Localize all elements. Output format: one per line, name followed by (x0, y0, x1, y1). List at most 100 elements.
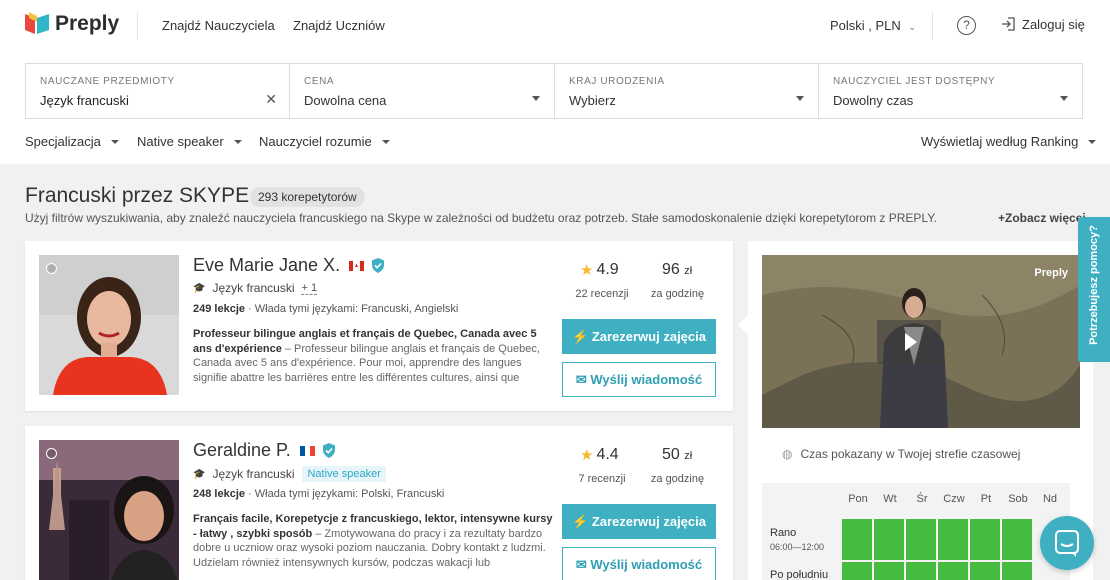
page-description: Użyj filtrów wyszukiwania, aby znaleźć n… (25, 211, 938, 225)
caret-down-icon (1060, 96, 1068, 101)
more-subjects-link[interactable]: + 1 (301, 282, 318, 295)
slot-label-morning: Rano 06:00—12:00 (770, 527, 824, 552)
caret-down-icon (110, 139, 119, 144)
filter-price[interactable]: CENA Dowolna cena (290, 64, 555, 118)
send-message-label: Wyślij wiadomość (590, 557, 703, 572)
filter-subject-label: NAUCZANE PRZEDMIOTY (40, 76, 175, 87)
envelope-icon: ✉ (575, 557, 587, 572)
top-header: Preply Znajdź Nauczyciela Znajdź Uczniów… (0, 0, 1110, 52)
send-message-label: Wyślij wiadomość (590, 372, 703, 387)
availability-cell (938, 519, 968, 560)
native-speaker-badge: Native speaker (302, 466, 386, 482)
languages-spoken: · Włada tymi językami: Polski, Francuski (245, 488, 445, 500)
login-label: Zaloguj się (1022, 16, 1085, 32)
tutor-photo[interactable] (39, 440, 179, 580)
book-lesson-label: Zarezerwuj zajęcia (591, 329, 706, 344)
logo[interactable]: Preply (25, 12, 119, 36)
tutor-card[interactable]: Geraldine P. 🎓 Język francuski Native sp… (25, 426, 733, 580)
timezone-note-text: Czas pokazany w Twojej strefie czasowej (800, 447, 1021, 461)
compare-radio[interactable] (46, 448, 57, 459)
timezone-note: ◍ Czas pokazany w Twojej strefie czasowe… (782, 447, 1020, 461)
filter-tutor-understands-label: Nauczyciel rozumie (259, 134, 372, 149)
price-unit: za godzinę (650, 473, 705, 485)
day-header: Wt (883, 493, 897, 505)
help-icon[interactable]: ? (957, 16, 976, 35)
lessons-count: 248 lekcje (193, 488, 245, 500)
reviews-count[interactable]: 22 recenzji (572, 288, 632, 300)
brand-name: Preply (55, 12, 120, 35)
filter-specialization[interactable]: Specjalizacja (25, 134, 119, 149)
day-header: Czw (943, 493, 965, 505)
tutor-price: 50 zł (662, 446, 692, 464)
send-message-button[interactable]: ✉ Wyślij wiadomość (562, 362, 716, 397)
filter-country[interactable]: KRAJ URODZENIA Wybierz (555, 64, 819, 118)
availability-cell (970, 562, 1000, 580)
slot-time: 06:00—12:00 (770, 542, 825, 552)
clear-icon[interactable]: ✕ (265, 91, 277, 108)
book-lesson-button[interactable]: ⚡ Zarezerwuj zajęcia (562, 319, 716, 354)
header-divider (137, 12, 138, 40)
send-message-button[interactable]: ✉ Wyślij wiadomość (562, 547, 716, 580)
compare-radio[interactable] (46, 263, 57, 274)
preply-logo-icon (25, 12, 49, 34)
filter-bar: NAUCZANE PRZEDMIOTY Język francuski ✕ CE… (25, 63, 1083, 119)
graduation-cap-icon: 🎓 (193, 282, 206, 294)
day-header: Pt (980, 493, 992, 505)
tutor-name: Eve Marie Jane X. (193, 255, 341, 275)
page-title: Francuski przez SKYPE (25, 184, 250, 207)
video-watermark-logo: Preply (1034, 267, 1068, 279)
filter-subject-value: Język francuski (40, 93, 129, 108)
day-header: Pon (848, 493, 868, 505)
language-currency-select[interactable]: Polski , PLN ⌄ (830, 18, 916, 33)
filter-availability-value: Dowolny czas (833, 93, 914, 108)
slot-name: Rano (770, 527, 797, 539)
filter-country-value: Wybierz (569, 93, 616, 108)
lightning-icon: ⚡ (572, 514, 589, 529)
availability-cell (874, 562, 904, 580)
help-tab-label: Potrzebujesz pomocy? (1088, 225, 1100, 345)
see-more-link[interactable]: +Zobacz więcej (998, 211, 1086, 225)
filter-availability[interactable]: NAUCZYCIEL JEST DOSTĘPNY Dowolny czas (819, 64, 1082, 118)
availability-cell (938, 562, 968, 580)
filter-native-speaker[interactable]: Native speaker (137, 134, 242, 149)
verified-badge-icon (322, 443, 335, 458)
verified-badge-icon (372, 258, 385, 273)
availability-cell (1002, 519, 1032, 560)
graduation-cap-icon: 🎓 (193, 468, 206, 480)
chat-icon (1055, 530, 1079, 557)
availability-cell (906, 562, 936, 580)
filter-subject[interactable]: NAUCZANE PRZEDMIOTY Język francuski ✕ (26, 64, 290, 118)
book-lesson-label: Zarezerwuj zajęcia (591, 514, 706, 529)
tutor-photo[interactable] (39, 255, 179, 395)
nav-find-students[interactable]: Znajdź Uczniów (293, 18, 385, 33)
filter-specialization-label: Specjalizacja (25, 134, 101, 149)
envelope-icon: ✉ (575, 372, 587, 387)
subject-label: Język francuski (212, 281, 295, 295)
book-lesson-button[interactable]: ⚡ Zarezerwuj zajęcia (562, 504, 716, 539)
nav-find-tutor[interactable]: Znajdź Nauczyciela (162, 18, 275, 33)
price-unit: za godzinę (650, 288, 705, 300)
tutor-name-row[interactable]: Eve Marie Jane X. (193, 255, 385, 276)
filter-availability-label: NAUCZYCIEL JEST DOSTĘPNY (833, 76, 996, 87)
chat-launcher[interactable] (1040, 516, 1094, 570)
lightning-icon: ⚡ (572, 329, 589, 344)
star-icon: ★ (580, 262, 594, 279)
help-tab[interactable]: Potrzebujesz pomocy? (1078, 217, 1110, 362)
rating-value: 4.4 (596, 446, 619, 463)
tutor-name: Geraldine P. (193, 440, 291, 460)
header-divider (932, 12, 933, 40)
tutor-bio: Professeur bilingue anglais et français … (193, 327, 553, 386)
availability-cell (970, 519, 1000, 560)
tutor-card[interactable]: Eve Marie Jane X. 🎓 Język francuski + 1 … (25, 241, 733, 411)
tutor-rating: ★ 4.4 (580, 446, 619, 464)
login-button[interactable]: Zaloguj się (1000, 16, 1085, 32)
reviews-count[interactable]: 7 recenzji (572, 473, 632, 485)
tutor-rating: ★ 4.9 (580, 261, 619, 279)
tutor-bio: Français facile, Korepetycje z francuski… (193, 512, 553, 571)
tutor-name-row[interactable]: Geraldine P. (193, 440, 336, 461)
tutor-subject: 🎓 Język francuski Native speaker (193, 466, 386, 482)
login-icon (1002, 17, 1015, 31)
sort-select[interactable]: Wyświetlaj według Ranking (921, 134, 1097, 149)
day-header: Śr (916, 493, 928, 505)
filter-tutor-understands[interactable]: Nauczyciel rozumie (259, 134, 390, 149)
